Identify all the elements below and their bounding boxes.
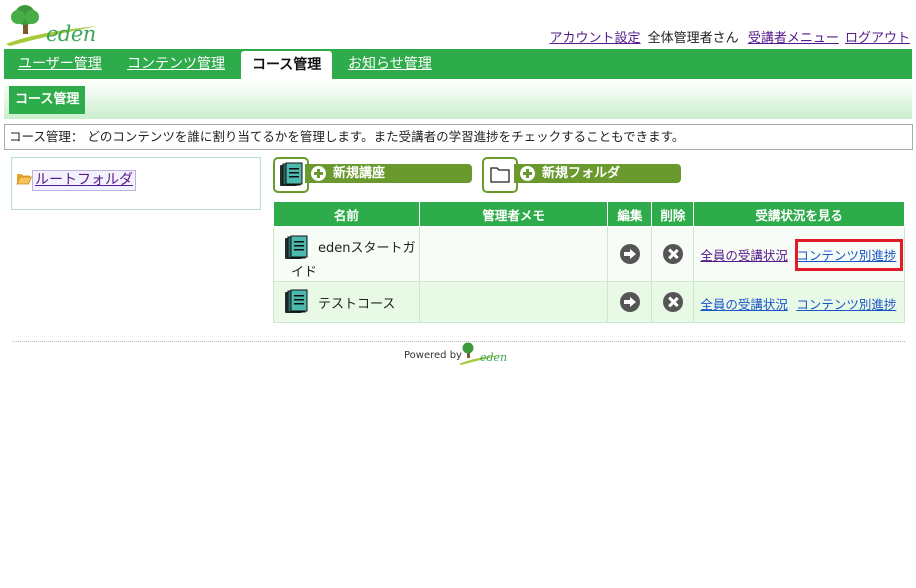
top-navigation: アカウント設定 全体管理者さん 受講者メニュー ログアウト bbox=[548, 27, 910, 46]
root-folder-link[interactable]: ルートフォルダ bbox=[32, 170, 136, 191]
header-delete: 削除 bbox=[651, 201, 695, 227]
new-course-icon-box[interactable] bbox=[273, 157, 309, 193]
footer-logo-text: eden bbox=[480, 351, 508, 364]
course-name-continued: イド bbox=[291, 265, 318, 280]
delete-cell bbox=[651, 226, 695, 282]
folder-tree-panel: ルートフォルダ bbox=[11, 157, 261, 210]
header-view-status: 受講状況を見る bbox=[693, 201, 905, 227]
edit-cell bbox=[607, 226, 653, 282]
new-folder-icon-box[interactable] bbox=[482, 157, 518, 193]
delete-x-icon[interactable] bbox=[662, 292, 683, 312]
course-name: edenスタートガ bbox=[318, 241, 416, 256]
all-learners-status-link[interactable]: 全員の受講状況 bbox=[700, 245, 788, 264]
open-folder-icon bbox=[16, 174, 32, 185]
new-course-label: 新規講座 bbox=[333, 166, 386, 181]
tab-content-management[interactable]: コンテンツ管理 bbox=[127, 49, 225, 79]
logout-link[interactable]: ログアウト bbox=[845, 31, 910, 46]
sub-tab-bar: コース管理 bbox=[4, 79, 912, 119]
tab-course-management[interactable]: コース管理 bbox=[241, 51, 333, 79]
header-name: 名前 bbox=[273, 201, 420, 227]
tab-user-management[interactable]: ユーザー管理 bbox=[18, 49, 102, 79]
header-admin-memo: 管理者メモ bbox=[418, 201, 609, 227]
subtab-course-management[interactable]: コース管理 bbox=[9, 86, 86, 114]
plus-circle-icon bbox=[520, 166, 535, 181]
main-tab-bar: ユーザー管理 コンテンツ管理 コース管理 お知らせ管理 bbox=[4, 49, 912, 79]
new-folder-label: 新規フォルダ bbox=[542, 166, 621, 181]
plus-circle-icon bbox=[311, 166, 326, 181]
new-course-button[interactable]: 新規講座 bbox=[305, 164, 472, 183]
course-name-cell: テストコース bbox=[273, 281, 420, 323]
logo-text: eden bbox=[46, 22, 96, 46]
table-header-row: 名前 管理者メモ 編集 削除 受講状況を見る bbox=[273, 201, 905, 227]
delete-cell bbox=[651, 281, 695, 323]
page-description: コース管理： どのコンテンツを誰に割り当てるかを管理します。また受講者の学習進捗… bbox=[4, 124, 913, 150]
course-book-icon bbox=[285, 289, 308, 313]
delete-x-icon[interactable] bbox=[662, 244, 683, 264]
status-cell: 全員の受講状況 コンテンツ別進捗 bbox=[693, 281, 905, 323]
course-name: テストコース bbox=[318, 297, 396, 312]
highlight-box bbox=[795, 239, 903, 271]
tab-notice-management[interactable]: お知らせ管理 bbox=[348, 49, 432, 79]
admin-memo-cell bbox=[418, 226, 609, 282]
powered-by-text: Powered by bbox=[404, 350, 462, 361]
learner-menu-link[interactable]: 受講者メニュー bbox=[748, 31, 839, 46]
course-book-icon bbox=[285, 235, 308, 259]
new-folder-button[interactable]: 新規フォルダ bbox=[514, 164, 681, 183]
all-learners-status-link[interactable]: 全員の受講状況 bbox=[700, 294, 788, 313]
admin-memo-cell bbox=[418, 281, 609, 323]
progress-by-content-link[interactable]: コンテンツ別進捗 bbox=[796, 294, 896, 313]
user-name: 全体管理者さん bbox=[647, 31, 739, 46]
book-stack-icon bbox=[280, 162, 303, 186]
header-edit: 編集 bbox=[607, 201, 653, 227]
course-name-cell: edenスタートガ イド bbox=[273, 226, 420, 282]
edit-cell bbox=[607, 281, 653, 323]
account-settings-link[interactable]: アカウント設定 bbox=[550, 31, 641, 46]
table-row: テストコース 全員の受講状況 コンテンツ別進捗 bbox=[273, 281, 905, 323]
edit-arrow-icon[interactable] bbox=[619, 244, 640, 264]
folder-outline-icon bbox=[490, 167, 510, 183]
edit-arrow-icon[interactable] bbox=[619, 292, 640, 312]
